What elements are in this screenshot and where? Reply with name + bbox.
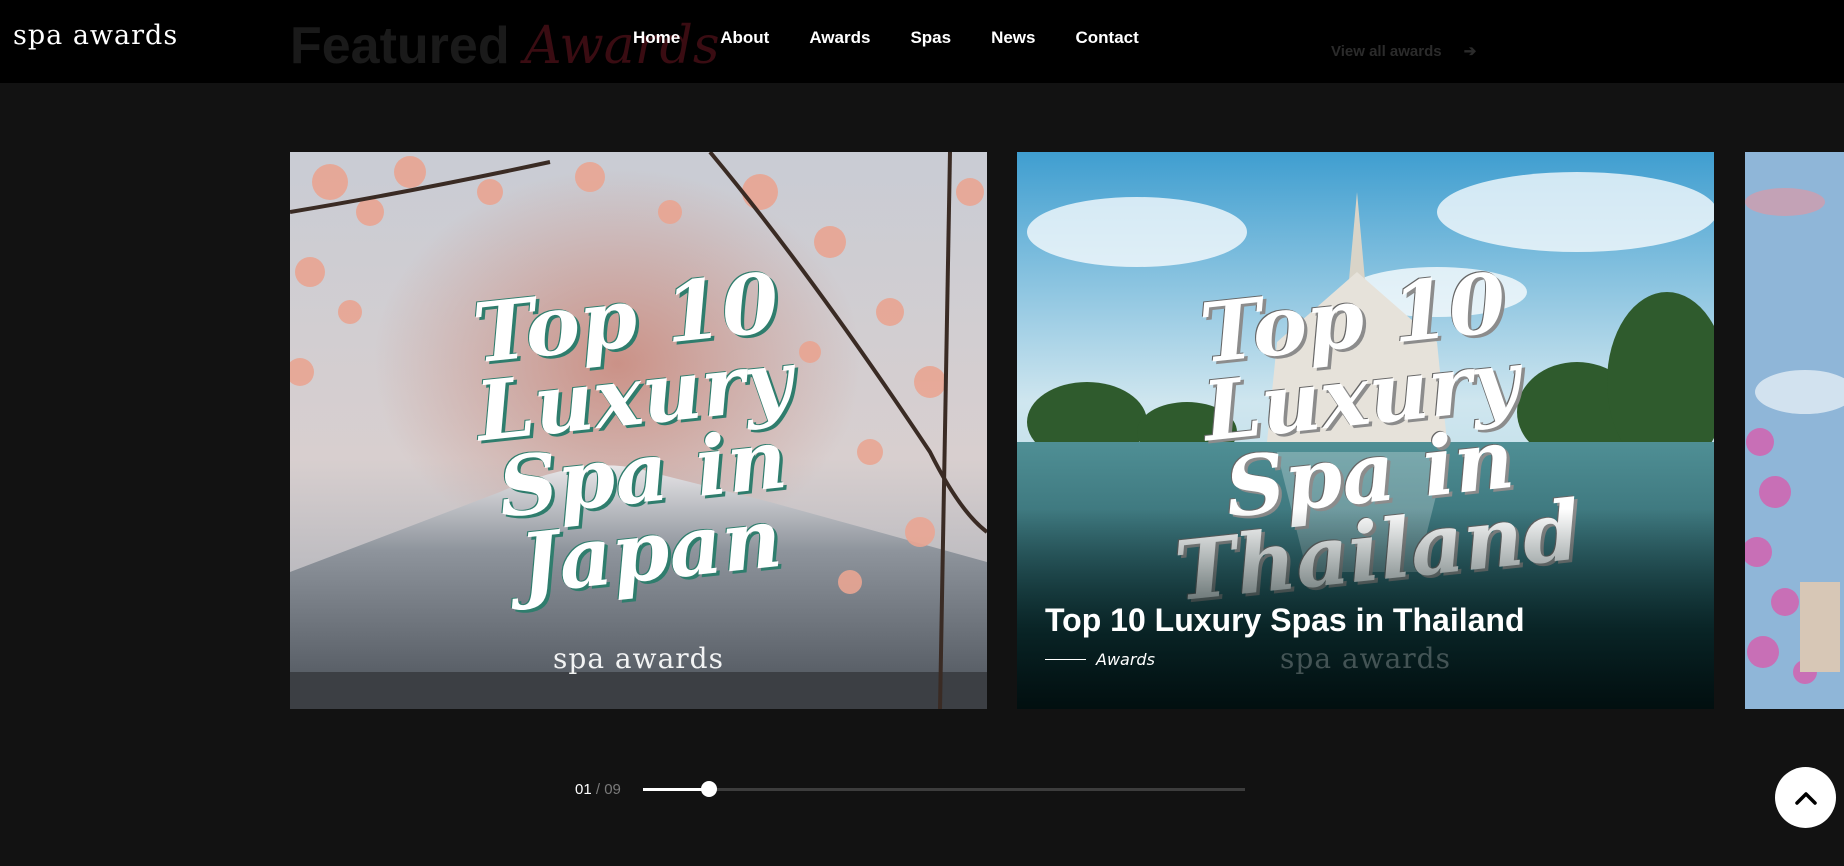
category-label[interactable]: Awards — [1096, 650, 1155, 669]
nav-about[interactable]: About — [720, 28, 769, 48]
back-to-top-button[interactable] — [1775, 767, 1836, 828]
slide-total: 09 — [604, 781, 621, 798]
magnolia-scene-image — [1745, 152, 1844, 709]
slider-progress-track[interactable] — [643, 781, 1245, 797]
arrow-right-icon: ➔ — [1463, 43, 1477, 60]
award-card-next[interactable] — [1745, 152, 1844, 709]
nav-home[interactable]: Home — [633, 28, 680, 48]
view-all-awards-link[interactable]: View all awards ➔ — [1331, 42, 1476, 60]
nav-news[interactable]: News — [991, 28, 1035, 48]
award-card-japan[interactable]: Top 10 Luxury Spa in Japan spa awards — [290, 152, 987, 709]
site-logo[interactable]: spa awards — [13, 20, 178, 51]
view-all-label: View all awards — [1331, 43, 1442, 60]
slider-progress-fill — [643, 788, 709, 791]
slide-separator: / — [595, 781, 601, 798]
card-category: Awards — [1045, 650, 1155, 669]
site-header: spa awards Featured Awards Home About Aw… — [0, 0, 1844, 83]
section-heading-text: Featured — [290, 17, 510, 75]
chevron-up-icon — [1794, 791, 1817, 805]
slide-counter: 01 / 09 — [575, 781, 621, 798]
slide-current: 01 — [575, 781, 592, 798]
nav-awards[interactable]: Awards — [809, 28, 870, 48]
nav-contact[interactable]: Contact — [1076, 28, 1139, 48]
category-divider — [1045, 659, 1086, 660]
poster-brand: spa awards — [553, 642, 724, 675]
slider-handle[interactable] — [701, 781, 717, 797]
main-nav: Home About Awards Spas News Contact — [633, 28, 1179, 48]
nav-spas[interactable]: Spas — [910, 28, 951, 48]
card-title[interactable]: Top 10 Luxury Spas in Thailand — [1045, 602, 1524, 639]
